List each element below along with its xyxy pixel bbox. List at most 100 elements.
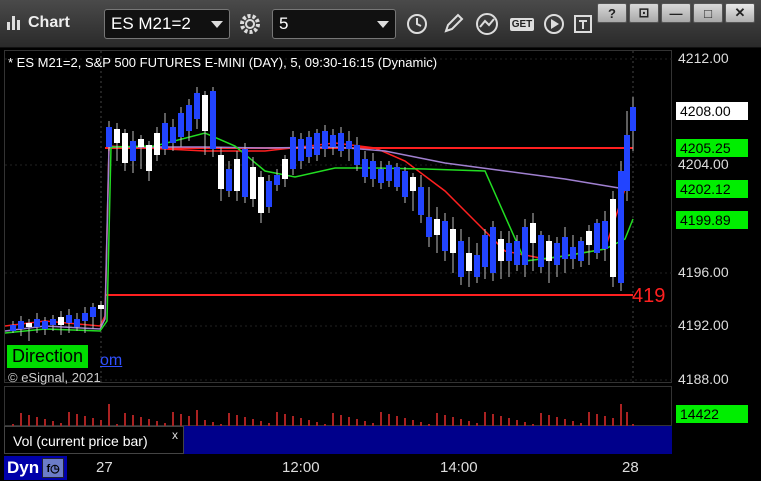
bull-candle xyxy=(434,219,440,235)
time-tick: 28 xyxy=(622,459,639,476)
help-button[interactable]: ? xyxy=(597,3,627,23)
bear-candle xyxy=(578,241,584,261)
indicator-value-badge: 4199.89 xyxy=(676,211,748,229)
bear-candle xyxy=(178,113,184,137)
bear-candle xyxy=(266,181,272,207)
bear-candle xyxy=(602,221,608,249)
direction-badge[interactable]: Direction xyxy=(7,345,89,368)
toolbar: Chart ES M21=2 5 GET ? ⊡ — □ ✕ xyxy=(0,0,761,48)
volume-svg xyxy=(12,404,634,427)
volume-pane[interactable] xyxy=(4,386,672,427)
moving-average-green xyxy=(5,132,634,334)
minimize-button[interactable]: — xyxy=(661,3,691,23)
bear-candle xyxy=(130,141,136,161)
price-chart-svg xyxy=(5,51,673,384)
bull-candle xyxy=(202,95,208,131)
volume-bar xyxy=(332,413,334,427)
study-tab-volume[interactable]: Vol (current price bar) xyxy=(4,426,184,454)
gear-icon xyxy=(240,14,260,34)
time-template-button[interactable] xyxy=(400,9,434,39)
volume-bar xyxy=(196,410,198,427)
bear-candle xyxy=(378,169,384,183)
volume-bar xyxy=(540,413,542,427)
time-tick: 27 xyxy=(96,459,113,476)
maximize-button[interactable]: □ xyxy=(693,3,723,23)
bear-candle xyxy=(618,171,624,283)
bull-candle xyxy=(282,159,288,179)
bear-candle xyxy=(194,93,200,119)
bear-candle xyxy=(442,221,448,251)
bull-candle xyxy=(154,133,160,155)
bear-candle xyxy=(402,171,408,197)
indicator-value-badge: 4205.25 xyxy=(676,139,748,157)
chart-symbol-label: * ES M21=2, S&P 500 FUTURES E-MINI (DAY)… xyxy=(8,55,438,70)
bear-candle xyxy=(426,217,432,237)
text-tool-icon xyxy=(574,15,592,33)
settings-button[interactable] xyxy=(234,9,266,39)
bull-candle xyxy=(122,133,128,163)
volume-bar xyxy=(20,413,22,427)
clock-icon xyxy=(407,14,427,34)
bull-candle xyxy=(138,139,144,147)
bear-candle xyxy=(562,237,568,259)
draw-button[interactable] xyxy=(438,9,468,39)
price-chart-pane[interactable] xyxy=(4,50,673,384)
bear-candle xyxy=(458,241,464,277)
bear-candle xyxy=(418,187,424,215)
price-tick: 4212.00 xyxy=(678,50,729,66)
play-button[interactable] xyxy=(540,9,568,39)
last-price-badge: 4208.00 xyxy=(676,102,748,120)
bear-candle xyxy=(186,105,192,131)
price-tick: 4204.00 xyxy=(678,156,729,172)
time-axis[interactable] xyxy=(0,455,761,481)
bear-candle xyxy=(90,307,96,317)
text-tool-button[interactable] xyxy=(570,9,596,39)
volume-value-badge: 14422 xyxy=(676,405,748,423)
bear-candle xyxy=(490,227,496,273)
bear-candle xyxy=(330,135,336,147)
bull-candle xyxy=(466,253,472,271)
volume-bar xyxy=(172,412,174,427)
interval-value: 5 xyxy=(279,14,289,33)
price-tick: 4196.00 xyxy=(678,264,729,280)
bull-candle xyxy=(546,241,552,261)
volume-bar xyxy=(380,412,382,427)
close-button[interactable]: ✕ xyxy=(725,3,755,23)
volume-bar xyxy=(626,412,628,427)
bull-candle xyxy=(58,317,64,325)
bull-candle xyxy=(98,305,104,309)
dynamic-button[interactable]: Dyn f◷ xyxy=(4,456,68,480)
interval-combo[interactable]: 5 xyxy=(272,9,396,39)
refresh-icon: f◷ xyxy=(42,458,65,478)
bear-candle xyxy=(474,255,480,277)
bear-candle xyxy=(370,161,376,179)
volume-bar xyxy=(484,412,486,427)
close-icon[interactable]: x xyxy=(172,428,178,442)
symbol-combo[interactable]: ES M21=2 xyxy=(104,9,230,39)
bull-candle xyxy=(146,145,152,171)
bear-candle xyxy=(362,159,368,177)
volume-bar xyxy=(276,412,278,427)
get-data-button[interactable]: GET xyxy=(507,9,537,39)
volume-bar xyxy=(620,404,622,427)
restore-button[interactable]: ⊡ xyxy=(629,3,659,23)
bear-candle xyxy=(522,227,528,265)
volume-bar xyxy=(436,413,438,427)
bear-candle xyxy=(630,107,636,131)
bear-candle xyxy=(306,137,312,157)
direction-link[interactable]: om xyxy=(100,352,122,370)
bull-candle xyxy=(250,167,256,199)
red-line-label: 419 xyxy=(632,285,666,307)
bull-candle xyxy=(530,223,536,243)
bull-candle xyxy=(498,239,504,261)
bear-candle xyxy=(538,235,544,267)
window-controls: ? ⊡ — □ ✕ xyxy=(597,3,755,23)
studies-button[interactable] xyxy=(472,9,504,39)
volume-bar xyxy=(588,412,590,427)
volume-bar xyxy=(228,413,230,427)
bear-candle xyxy=(50,319,56,325)
play-icon xyxy=(544,14,564,34)
bull-candle xyxy=(410,177,416,191)
bear-candle xyxy=(170,127,176,143)
time-tick: 12:00 xyxy=(282,459,320,476)
